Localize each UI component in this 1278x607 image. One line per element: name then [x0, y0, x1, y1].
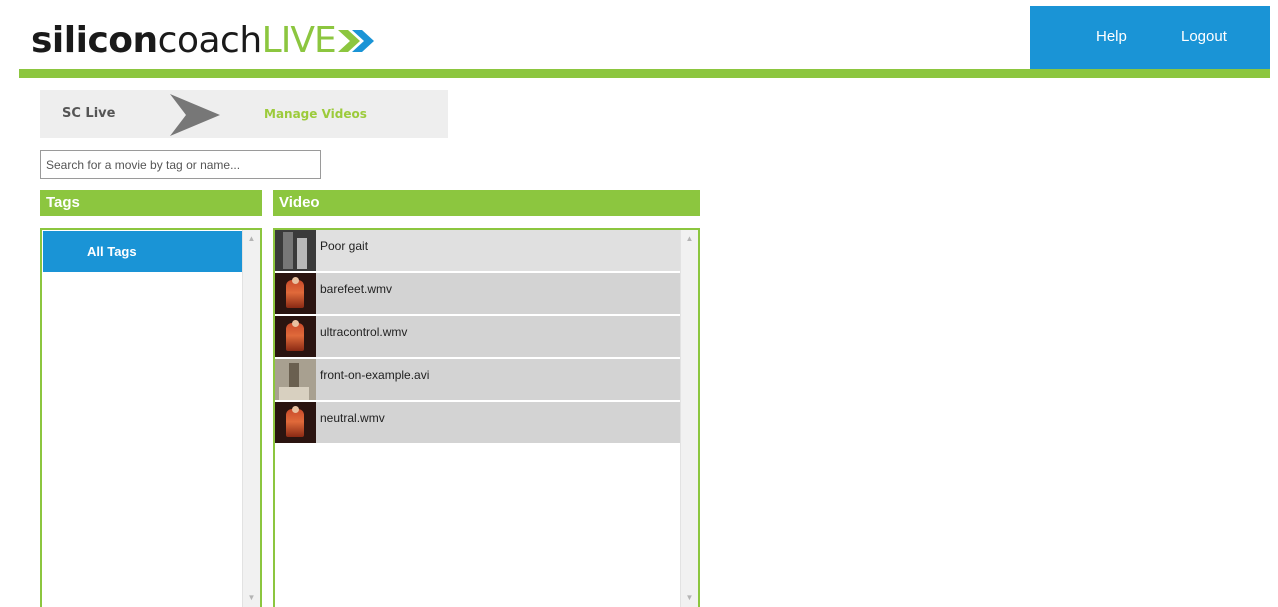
tags-panel: All Tags ▲ ▼ — [40, 228, 262, 607]
video-panel-title: Video — [273, 190, 700, 216]
triangle-up-icon[interactable]: ▲ — [243, 232, 260, 246]
video-name: Poor gait — [320, 239, 369, 253]
video-item[interactable]: barefeet.wmv — [275, 273, 680, 316]
video-thumbnail — [275, 402, 316, 443]
search-input[interactable] — [40, 150, 321, 179]
chevron-right-icon — [170, 94, 220, 136]
video-name: neutral.wmv — [320, 411, 385, 425]
breadcrumb: SC Live Manage Videos — [40, 90, 448, 138]
tag-item-all-tags[interactable]: All Tags — [43, 231, 243, 272]
header: silicon coach LIVE Help Logout — [0, 0, 1278, 80]
tags-scrollbar[interactable]: ▲ ▼ — [242, 230, 260, 607]
video-panel: Poor gait barefeet.wmv ultracontrol.wmv … — [273, 228, 700, 607]
logout-link[interactable]: Logout — [1181, 28, 1227, 45]
video-item[interactable]: neutral.wmv — [275, 402, 680, 445]
triangle-up-icon[interactable]: ▲ — [681, 232, 698, 246]
video-name: front-on-example.avi — [320, 368, 430, 382]
video-thumbnail — [275, 230, 316, 271]
video-thumbnail — [275, 273, 316, 314]
header-divider — [19, 69, 1270, 78]
breadcrumb-item-sc-live[interactable]: SC Live — [62, 106, 115, 121]
tags-panel-title: Tags — [40, 190, 262, 216]
video-item[interactable]: ultracontrol.wmv — [275, 316, 680, 359]
logo-text-silicon: silicon — [31, 19, 158, 61]
breadcrumb-item-manage-videos: Manage Videos — [264, 107, 367, 121]
top-nav: Help Logout — [1030, 6, 1270, 69]
video-item[interactable]: Poor gait — [275, 230, 680, 273]
video-thumbnail — [275, 359, 316, 400]
help-link[interactable]: Help — [1096, 28, 1127, 45]
video-thumbnail — [275, 316, 316, 357]
video-name: barefeet.wmv — [320, 282, 393, 296]
video-name: ultracontrol.wmv — [320, 325, 408, 339]
double-chevron-right-icon — [337, 30, 374, 52]
triangle-down-icon[interactable]: ▼ — [243, 591, 260, 605]
logo-text-live: LIVE — [261, 19, 337, 61]
siliconcoach-live-logo[interactable]: silicon coach LIVE — [31, 14, 378, 66]
video-item[interactable]: front-on-example.avi — [275, 359, 680, 402]
video-list: Poor gait barefeet.wmv ultracontrol.wmv … — [275, 230, 680, 445]
logo-text-coach: coach — [157, 19, 263, 61]
triangle-down-icon[interactable]: ▼ — [681, 591, 698, 605]
video-scrollbar[interactable]: ▲ ▼ — [680, 230, 698, 607]
